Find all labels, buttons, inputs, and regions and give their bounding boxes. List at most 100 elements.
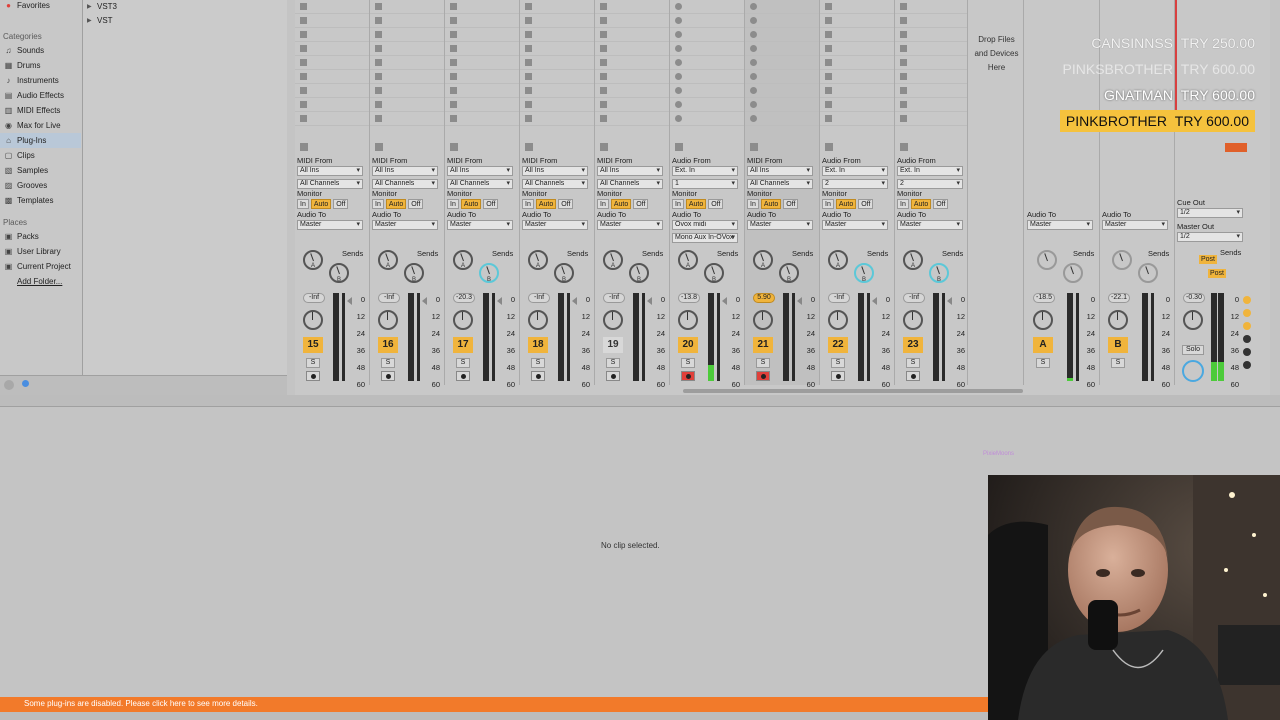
clip-slot[interactable] (445, 112, 519, 126)
solo-button[interactable]: S (1111, 358, 1125, 368)
status-message[interactable]: Some plug-ins are disabled. Please click… (24, 699, 258, 708)
track-activator-button[interactable]: 18 (528, 337, 548, 353)
clip-slot[interactable] (670, 56, 744, 70)
sidebar-item-drums[interactable]: ▦ Drums (0, 58, 81, 73)
clip-slot-button[interactable] (450, 17, 457, 24)
track-activator-button[interactable]: 16 (378, 337, 398, 353)
input-channel-select[interactable]: 2 (897, 179, 963, 189)
clip-slot-button[interactable] (675, 45, 682, 52)
clip-slot-button[interactable] (300, 73, 307, 80)
volume-fader[interactable] (1076, 293, 1079, 381)
clip-slot[interactable] (370, 28, 444, 42)
clip-slot[interactable] (295, 84, 369, 98)
track-volume[interactable]: -Inf (903, 293, 925, 303)
clip-slot[interactable] (295, 56, 369, 70)
monitor-auto-button[interactable]: Auto (610, 199, 632, 209)
clip-slot-button[interactable] (600, 3, 607, 10)
clip-slot-button[interactable] (825, 73, 832, 80)
stop-clip-button[interactable] (525, 143, 533, 151)
clip-slot[interactable] (295, 70, 369, 84)
input-channel-select[interactable]: 2 (822, 179, 888, 189)
clip-slot-button[interactable] (825, 31, 832, 38)
clip-slot-button[interactable] (600, 115, 607, 122)
solo-button[interactable]: S (756, 358, 770, 368)
output-select[interactable]: Master (447, 220, 513, 230)
input-type-select[interactable]: All Ins (447, 166, 513, 176)
input-type-select[interactable]: Ext. In (897, 166, 963, 176)
solo-button[interactable]: S (606, 358, 620, 368)
input-channel-select[interactable]: All Channels (447, 179, 513, 189)
clip-slot[interactable] (370, 98, 444, 112)
stop-clip-button[interactable] (600, 143, 608, 151)
return-volume[interactable]: -18.5 (1033, 293, 1055, 303)
clip-slot[interactable] (445, 0, 519, 14)
clip-slot-button[interactable] (525, 31, 532, 38)
solo-button[interactable]: S (1036, 358, 1050, 368)
arm-button[interactable] (681, 371, 695, 381)
volume-fader[interactable] (642, 293, 645, 381)
clip-slot[interactable] (370, 14, 444, 28)
clip-slot-button[interactable] (300, 31, 307, 38)
track-volume[interactable]: 5.90 (753, 293, 775, 303)
return-volume[interactable]: -22.1 (1108, 293, 1130, 303)
output-channel-select[interactable]: Mono Aux In-OVox (672, 233, 738, 243)
clip-slot[interactable] (520, 28, 594, 42)
clip-slot[interactable] (370, 56, 444, 70)
post-button-a[interactable]: Post (1199, 255, 1217, 264)
clip-slot-button[interactable] (900, 45, 907, 52)
stop-clip-button[interactable] (675, 143, 683, 151)
solo-button[interactable]: S (831, 358, 845, 368)
clip-slot[interactable] (370, 42, 444, 56)
clip-slot-button[interactable] (600, 59, 607, 66)
clip-slot-button[interactable] (375, 115, 382, 122)
stop-clip-button[interactable] (750, 143, 758, 151)
clip-slot-button[interactable] (300, 45, 307, 52)
monitor-in-button[interactable]: In (897, 199, 909, 209)
clip-slot[interactable] (595, 14, 669, 28)
expand-triangle-icon[interactable]: ▶ (87, 14, 92, 28)
input-type-select[interactable]: Ext. In (822, 166, 888, 176)
clip-slot-button[interactable] (525, 17, 532, 24)
track-volume[interactable]: -Inf (528, 293, 550, 303)
clip-slot-button[interactable] (375, 31, 382, 38)
clip-slot-button[interactable] (900, 3, 907, 10)
input-type-select[interactable]: All Ins (747, 166, 813, 176)
clip-slot-button[interactable] (675, 3, 682, 10)
master-pan-knob[interactable] (1183, 310, 1203, 330)
pan-knob[interactable] (678, 310, 698, 330)
clip-slot-button[interactable] (675, 73, 682, 80)
post-button-b[interactable]: Post (1208, 269, 1226, 278)
clip-slot-button[interactable] (450, 73, 457, 80)
input-channel-select[interactable]: All Channels (522, 179, 588, 189)
pan-knob[interactable] (528, 310, 548, 330)
volume-fader[interactable] (792, 293, 795, 381)
clip-slot-button[interactable] (825, 59, 832, 66)
clip-slot[interactable] (595, 0, 669, 14)
monitor-auto-button[interactable]: Auto (310, 199, 332, 209)
preview-toggle-icon[interactable] (22, 380, 29, 387)
output-select[interactable]: Master (597, 220, 663, 230)
clip-slot[interactable] (445, 28, 519, 42)
clip-slot[interactable] (445, 14, 519, 28)
clip-slot[interactable] (670, 84, 744, 98)
monitor-in-button[interactable]: In (747, 199, 759, 209)
send-a-knob[interactable] (1037, 250, 1057, 270)
horizontal-scrollbar[interactable] (683, 389, 1023, 393)
track-volume[interactable]: -Inf (303, 293, 325, 303)
monitor-auto-button[interactable]: Auto (910, 199, 932, 209)
solo-button[interactable]: S (531, 358, 545, 368)
track-activator-button[interactable]: 21 (753, 337, 773, 353)
clip-slot[interactable] (745, 84, 819, 98)
clip-slot[interactable] (520, 14, 594, 28)
output-select[interactable]: Master (897, 220, 963, 230)
clip-slot-button[interactable] (450, 45, 457, 52)
clip-slot-button[interactable] (375, 17, 382, 24)
clip-slot[interactable] (520, 112, 594, 126)
view-divider[interactable] (0, 395, 1280, 407)
clip-slot-button[interactable] (450, 87, 457, 94)
return-activator-button[interactable]: B (1108, 337, 1128, 353)
volume-fader[interactable] (567, 293, 570, 381)
monitor-in-button[interactable]: In (372, 199, 384, 209)
monitor-off-button[interactable]: Off (408, 199, 424, 209)
output-select[interactable]: Master (1102, 220, 1168, 230)
